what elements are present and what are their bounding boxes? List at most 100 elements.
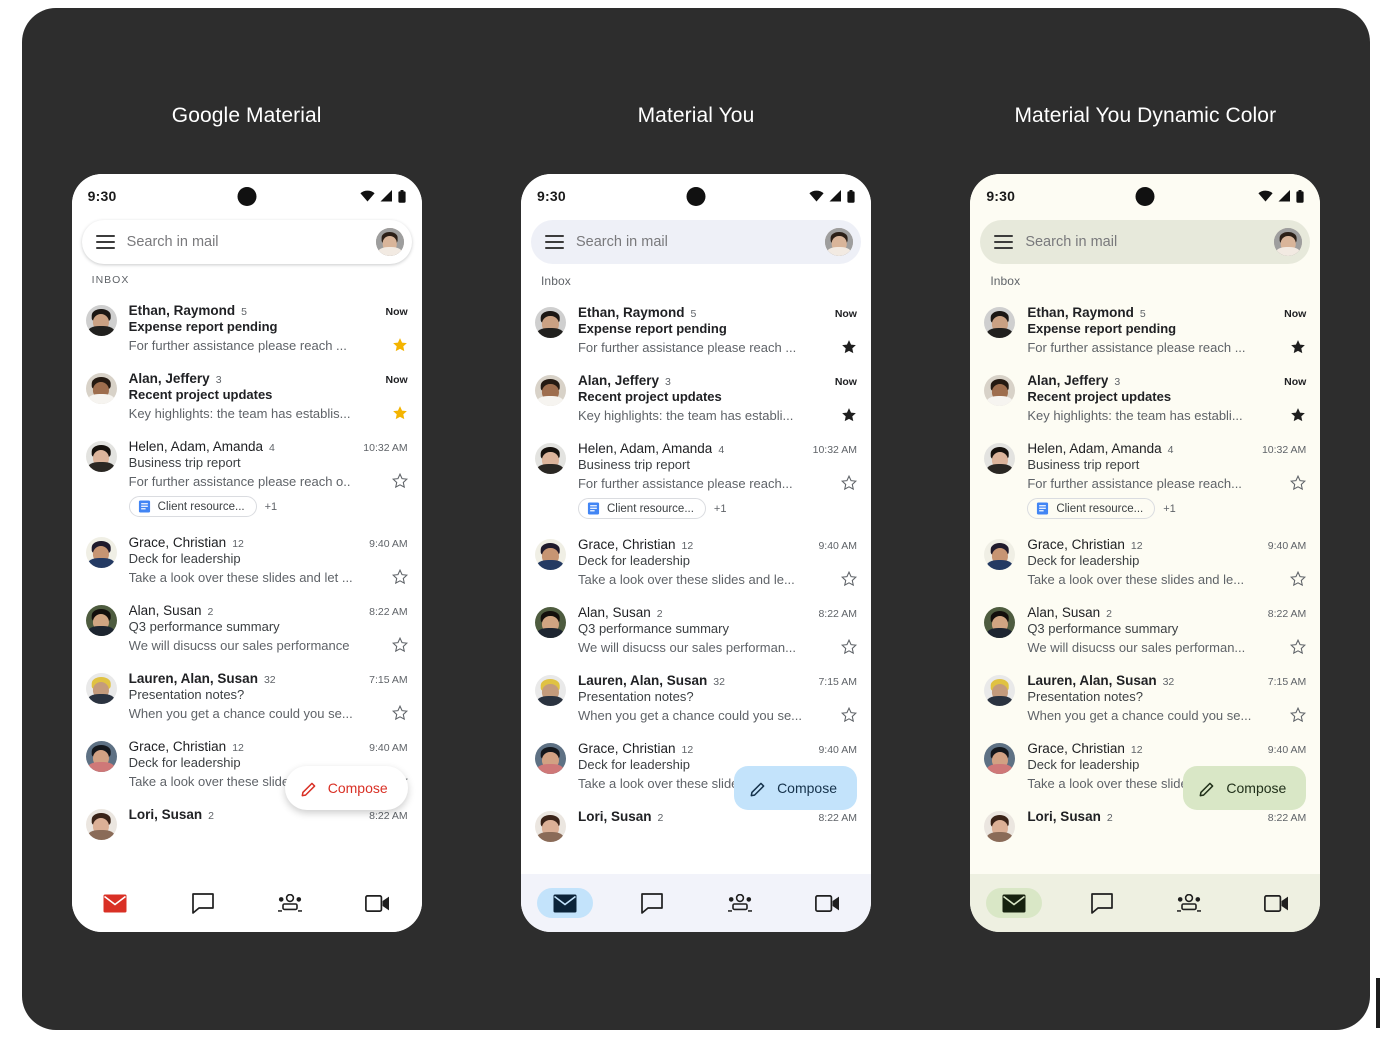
- table-row[interactable]: Ethan, Raymond 5 Now Expense report pend…: [970, 296, 1320, 364]
- sender-name: Ethan, Raymond: [577, 305, 685, 320]
- star-icon-filled[interactable]: [1290, 339, 1306, 355]
- table-row[interactable]: Grace, Christian 12 9:40 AM Deck for lea…: [72, 526, 422, 594]
- snippet: We will disucss our sales performan...: [1027, 639, 1246, 655]
- hamburger-menu-icon[interactable]: [544, 235, 564, 249]
- phone-comparison-row: Google Material 9:30 Search in mail INBO…: [22, 8, 1370, 1030]
- wifi-icon: [1258, 190, 1273, 202]
- subject: Q3 performance summary: [1027, 621, 1179, 636]
- table-row[interactable]: Helen, Adam, Amanda 4 10:32 AM Business …: [521, 432, 871, 528]
- wifi-icon: [809, 190, 824, 202]
- thread-count: 12: [232, 742, 244, 754]
- star-icon-filled[interactable]: [392, 337, 408, 353]
- timestamp: 8:22 AM: [369, 606, 408, 618]
- table-row[interactable]: Helen, Adam, Amanda 4 10:32 AM Business …: [72, 430, 422, 526]
- table-row[interactable]: Alan, Susan 2 8:22 AM Q3 performance sum…: [521, 596, 871, 664]
- nav-item-chat[interactable]: [1074, 888, 1130, 918]
- status-icons: [1258, 189, 1304, 203]
- table-row[interactable]: Alan, Susan 2 8:22 AM Q3 performance sum…: [72, 594, 422, 662]
- attachment-chip[interactable]: Client resource...: [128, 496, 257, 517]
- star-icon-outline[interactable]: [840, 474, 858, 491]
- thread-count: 12: [681, 744, 694, 756]
- avatar: [534, 307, 566, 338]
- compose-button[interactable]: Compose: [734, 766, 857, 810]
- search-bar[interactable]: Search in mail: [530, 220, 861, 264]
- status-time: 9:30: [986, 188, 1016, 204]
- star-icon-outline[interactable]: [391, 636, 408, 653]
- star-icon-outline[interactable]: [1290, 706, 1307, 723]
- thread-count: 2: [657, 812, 664, 824]
- search-bar[interactable]: Search in mail: [81, 220, 412, 264]
- search-input[interactable]: Search in mail: [576, 234, 813, 250]
- table-row[interactable]: Lauren, Alan, Susan 32 7:15 AM Presentat…: [72, 662, 422, 730]
- nav-item-meet[interactable]: [350, 888, 406, 918]
- nav-item-mail[interactable]: [986, 888, 1043, 918]
- nav-item-spaces[interactable]: [1161, 888, 1217, 918]
- attachment-chip[interactable]: Client resource...: [577, 498, 706, 519]
- sender-name: Lauren, Alan, Susan: [577, 673, 708, 688]
- star-icon-outline[interactable]: [391, 704, 408, 721]
- star-icon-outline[interactable]: [840, 570, 858, 587]
- bottom-navigation[interactable]: [520, 874, 871, 932]
- compose-button[interactable]: Compose: [1183, 766, 1307, 810]
- nav-item-chat[interactable]: [175, 888, 231, 918]
- hamburger-menu-icon[interactable]: [994, 235, 1014, 249]
- search-area: Search in mail: [72, 218, 422, 264]
- star-icon-filled[interactable]: [1290, 407, 1306, 423]
- mail-list[interactable]: Ethan, Raymond 5 Now Expense report pend…: [71, 288, 422, 874]
- attachment-overflow-count: +1: [264, 500, 278, 513]
- sender-name: Lauren, Alan, Susan: [128, 671, 258, 686]
- nav-item-spaces[interactable]: [262, 888, 318, 918]
- star-icon-outline[interactable]: [391, 568, 408, 585]
- star-icon-filled[interactable]: [841, 407, 857, 423]
- nav-item-mail[interactable]: [87, 888, 143, 918]
- table-row[interactable]: Lauren, Alan, Susan 32 7:15 AM Presentat…: [521, 664, 871, 732]
- cell-signal-icon: [1278, 190, 1291, 202]
- nav-item-meet[interactable]: [1249, 888, 1305, 918]
- table-row[interactable]: Alan, Jeffery 3 Now Recent project updat…: [970, 364, 1320, 432]
- battery-icon: [847, 189, 855, 203]
- pencil-icon: [1199, 780, 1216, 797]
- mail-list[interactable]: Ethan, Raymond 5 Now Expense report pend…: [970, 290, 1321, 874]
- table-row[interactable]: Ethan, Raymond 5 Now Expense report pend…: [72, 294, 422, 362]
- snippet: For further assistance please reach...: [577, 475, 793, 491]
- account-avatar[interactable]: [375, 228, 404, 256]
- star-icon-outline[interactable]: [1290, 638, 1307, 655]
- bottom-navigation[interactable]: [71, 874, 422, 932]
- phone-mockup-google-material: 9:30 Search in mail INBOX Ethan, Raymond…: [71, 174, 422, 932]
- star-icon-filled[interactable]: [392, 405, 408, 421]
- hamburger-menu-icon[interactable]: [95, 235, 115, 249]
- table-row[interactable]: Grace, Christian 12 9:40 AM Deck for lea…: [970, 528, 1320, 596]
- nav-item-spaces[interactable]: [712, 888, 768, 918]
- nav-item-meet[interactable]: [799, 888, 855, 918]
- search-input[interactable]: Search in mail: [1025, 234, 1262, 250]
- table-row[interactable]: Alan, Susan 2 8:22 AM Q3 performance sum…: [970, 596, 1320, 664]
- compose-button[interactable]: Compose: [284, 766, 408, 810]
- column-material-you-dynamic-color: Material You Dynamic Color 9:30 Search i…: [935, 104, 1355, 932]
- search-input[interactable]: Search in mail: [127, 234, 364, 250]
- table-row[interactable]: Alan, Jeffery 3 Now Recent project updat…: [521, 364, 871, 432]
- table-row[interactable]: Helen, Adam, Amanda 4 10:32 AM Business …: [970, 432, 1320, 528]
- attachment-chip[interactable]: Client resource...: [1027, 498, 1156, 519]
- star-icon-outline[interactable]: [840, 638, 858, 655]
- search-bar[interactable]: Search in mail: [980, 220, 1311, 264]
- inbox-label: INBOX: [91, 274, 130, 286]
- nav-item-chat[interactable]: [624, 888, 680, 918]
- account-avatar[interactable]: [824, 228, 853, 256]
- bottom-navigation[interactable]: [970, 874, 1321, 932]
- table-row[interactable]: Alan, Jeffery 3 Now Recent project updat…: [72, 362, 422, 430]
- avatar: [984, 375, 1016, 406]
- star-icon-filled[interactable]: [841, 339, 857, 355]
- table-row[interactable]: Grace, Christian 12 9:40 AM Deck for lea…: [521, 528, 871, 596]
- table-row[interactable]: Lauren, Alan, Susan 32 7:15 AM Presentat…: [970, 664, 1320, 732]
- star-icon-outline[interactable]: [391, 472, 408, 489]
- star-icon-outline[interactable]: [1290, 570, 1307, 587]
- account-avatar[interactable]: [1274, 228, 1303, 256]
- wifi-icon: [360, 190, 375, 202]
- nav-item-mail[interactable]: [536, 888, 593, 918]
- thread-count: 5: [690, 308, 697, 320]
- star-icon-outline[interactable]: [840, 706, 858, 723]
- table-row[interactable]: Ethan, Raymond 5 Now Expense report pend…: [521, 296, 871, 364]
- mail-list[interactable]: Ethan, Raymond 5 Now Expense report pend…: [520, 290, 871, 874]
- star-icon-outline[interactable]: [1290, 474, 1307, 491]
- sender-name: Alan, Jeffery: [128, 371, 210, 386]
